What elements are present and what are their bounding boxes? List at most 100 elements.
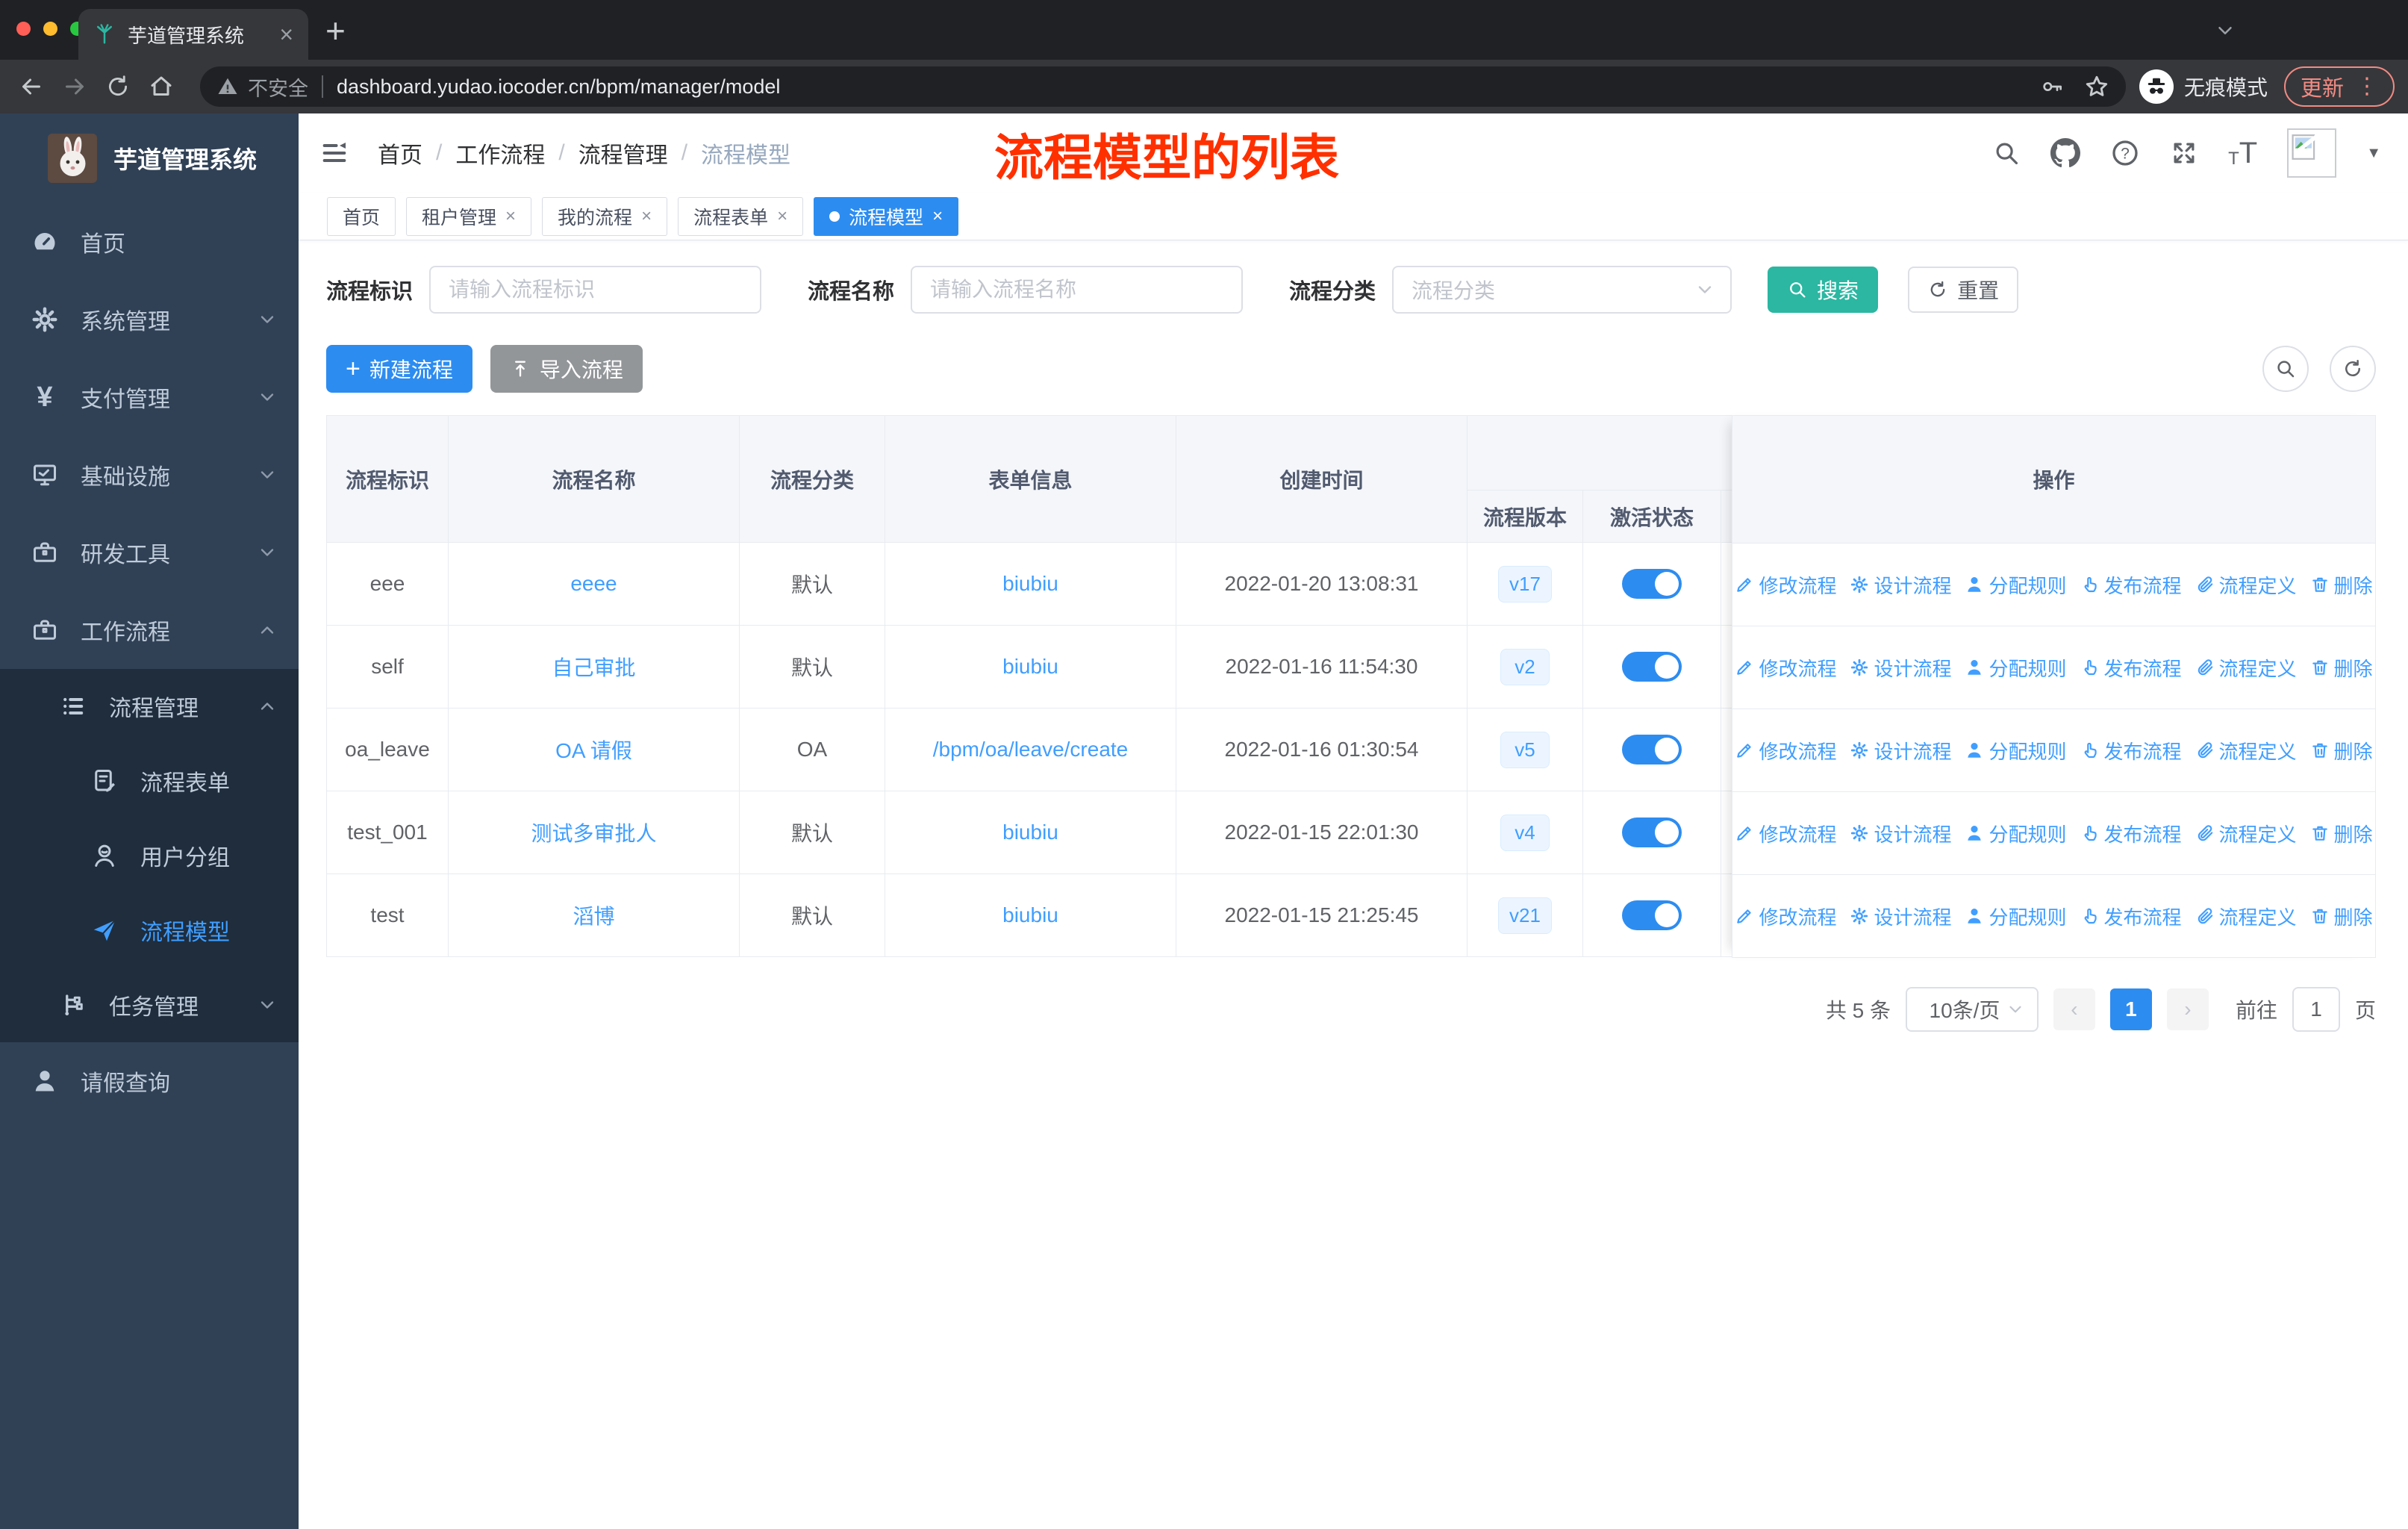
design-process-action[interactable]: 设计流程 <box>1850 571 1951 599</box>
browser-menu-icon[interactable]: ⋮ <box>2356 75 2378 98</box>
url-bar[interactable]: 不安全 dashboard.yudao.iocoder.cn/bpm/manag… <box>200 66 2126 107</box>
sidebar-item-leave-query[interactable]: 请假查询 <box>0 1042 299 1120</box>
sidebar-item-process-form[interactable]: 流程表单 <box>0 744 299 818</box>
design-process-action[interactable]: 设计流程 <box>1850 654 1951 682</box>
user-avatar[interactable] <box>2287 128 2337 178</box>
active-toggle[interactable] <box>1622 900 1682 930</box>
active-toggle[interactable] <box>1622 569 1682 599</box>
design-process-action[interactable]: 设计流程 <box>1850 903 1951 930</box>
assign-rule-action[interactable]: 分配规则 <box>1965 654 2067 682</box>
sidebar-item-user-group[interactable]: 用户分组 <box>0 818 299 893</box>
assign-rule-action[interactable]: 分配规则 <box>1965 571 2067 599</box>
form-info-link[interactable]: /bpm/oa/leave/create <box>933 738 1129 761</box>
modify-process-action[interactable]: 修改流程 <box>1735 820 1836 847</box>
browser-update-button[interactable]: 更新 ⋮ <box>2283 66 2395 107</box>
create-process-button[interactable]: + 新建流程 <box>326 345 472 393</box>
breadcrumb-item[interactable]: 首页 <box>378 137 422 169</box>
tab-close-icon[interactable]: × <box>505 206 516 227</box>
tab-process-model[interactable]: 流程模型 × <box>814 196 959 236</box>
process-definition-action[interactable]: 流程定义 <box>2195 654 2297 682</box>
modify-process-action[interactable]: 修改流程 <box>1735 737 1836 764</box>
process-definition-action[interactable]: 流程定义 <box>2195 737 2297 764</box>
import-process-button[interactable]: 导入流程 <box>490 345 643 393</box>
assign-rule-action[interactable]: 分配规则 <box>1965 737 2067 764</box>
assign-rule-action[interactable]: 分配规则 <box>1965 903 2067 930</box>
home-button[interactable] <box>143 73 179 100</box>
tab-close-icon[interactable]: × <box>279 22 293 46</box>
fullscreen-icon[interactable] <box>2170 139 2198 167</box>
tab-search-chevron-icon[interactable] <box>2214 19 2236 42</box>
show-search-button[interactable] <box>2262 346 2309 392</box>
tab-home[interactable]: 首页 <box>327 196 396 236</box>
active-toggle[interactable] <box>1622 818 1682 847</box>
breadcrumb-item[interactable]: 工作流程 <box>455 137 545 169</box>
goto-page-input[interactable] <box>2292 987 2340 1032</box>
sidebar-item-payment[interactable]: ¥ 支付管理 <box>0 358 299 436</box>
modify-process-action[interactable]: 修改流程 <box>1735 903 1836 930</box>
delete-action[interactable]: 删除 <box>2310 571 2373 599</box>
process-definition-action[interactable]: 流程定义 <box>2195 820 2297 847</box>
sidebar-item-process-mgmt[interactable]: 流程管理 <box>0 669 299 744</box>
forward-button[interactable] <box>57 73 93 100</box>
modify-process-action[interactable]: 修改流程 <box>1735 654 1836 682</box>
window-close-button[interactable] <box>16 22 31 36</box>
modify-process-action[interactable]: 修改流程 <box>1735 571 1836 599</box>
tab-close-icon[interactable]: × <box>777 206 787 227</box>
process-key-input[interactable] <box>429 266 762 314</box>
process-definition-action[interactable]: 流程定义 <box>2195 571 2297 599</box>
browser-tab[interactable]: 芋道管理系统 × <box>78 9 308 60</box>
sidebar-item-home[interactable]: 首页 <box>0 203 299 281</box>
sidebar-item-workflow[interactable]: 工作流程 <box>0 591 299 669</box>
back-button[interactable] <box>13 73 49 100</box>
publish-process-action[interactable]: 发布流程 <box>2080 903 2182 930</box>
delete-action[interactable]: 删除 <box>2310 654 2373 682</box>
window-minimize-button[interactable] <box>43 22 57 36</box>
tab-tenant[interactable]: 租户管理 × <box>406 196 532 236</box>
tab-close-icon[interactable]: × <box>641 206 652 227</box>
tab-close-icon[interactable]: × <box>932 206 943 227</box>
next-page-button[interactable]: › <box>2166 988 2209 1030</box>
form-info-link[interactable]: biubiu <box>1002 655 1058 678</box>
design-process-action[interactable]: 设计流程 <box>1850 737 1951 764</box>
process-name-link[interactable]: eeee <box>570 572 617 595</box>
new-tab-button[interactable]: + <box>325 13 346 48</box>
sidebar-item-task-mgmt[interactable]: 任务管理 <box>0 968 299 1042</box>
form-info-link[interactable]: biubiu <box>1002 903 1058 927</box>
assign-rule-action[interactable]: 分配规则 <box>1965 820 2067 847</box>
delete-action[interactable]: 删除 <box>2310 903 2373 930</box>
delete-action[interactable]: 删除 <box>2310 737 2373 764</box>
active-toggle[interactable] <box>1622 735 1682 764</box>
process-name-link[interactable]: OA 请假 <box>555 739 632 762</box>
breadcrumb-item[interactable]: 流程管理 <box>578 137 668 169</box>
active-toggle[interactable] <box>1622 652 1682 682</box>
search-icon[interactable] <box>1992 139 2021 167</box>
sidebar-item-system[interactable]: 系统管理 <box>0 281 299 358</box>
publish-process-action[interactable]: 发布流程 <box>2080 820 2182 847</box>
sidebar-item-devtools[interactable]: 研发工具 <box>0 514 299 591</box>
sidebar-collapse-button[interactable] <box>311 138 358 168</box>
security-status[interactable]: 不安全 <box>216 72 308 102</box>
sidebar-item-infra[interactable]: 基础设施 <box>0 436 299 514</box>
publish-process-action[interactable]: 发布流程 <box>2080 571 2182 599</box>
help-icon[interactable]: ? <box>2110 138 2140 168</box>
current-page-button[interactable]: 1 <box>2109 988 2152 1030</box>
url-text[interactable]: dashboard.yudao.iocoder.cn/bpm/manager/m… <box>337 75 780 99</box>
search-button[interactable]: 搜索 <box>1768 267 1879 313</box>
prev-page-button[interactable]: ‹ <box>2053 988 2095 1030</box>
bookmark-star-icon[interactable] <box>2084 74 2109 99</box>
key-icon[interactable] <box>2041 75 2065 99</box>
form-info-link[interactable]: biubiu <box>1002 820 1058 844</box>
tab-process-form[interactable]: 流程表单 × <box>678 196 804 236</box>
reset-button[interactable]: 重置 <box>1908 267 2019 313</box>
github-icon[interactable] <box>2050 138 2081 168</box>
sidebar-item-process-model[interactable]: 流程模型 <box>0 893 299 968</box>
publish-process-action[interactable]: 发布流程 <box>2080 654 2182 682</box>
delete-action[interactable]: 删除 <box>2310 820 2373 847</box>
process-name-link[interactable]: 滔博 <box>573 905 614 928</box>
avatar-caret-icon[interactable]: ▼ <box>2366 145 2381 162</box>
page-size-select[interactable]: 10条/页 <box>1905 987 2039 1032</box>
font-size-icon[interactable]: TT <box>2228 138 2257 168</box>
design-process-action[interactable]: 设计流程 <box>1850 820 1951 847</box>
tab-my-process[interactable]: 我的流程 × <box>542 196 668 236</box>
publish-process-action[interactable]: 发布流程 <box>2080 737 2182 764</box>
